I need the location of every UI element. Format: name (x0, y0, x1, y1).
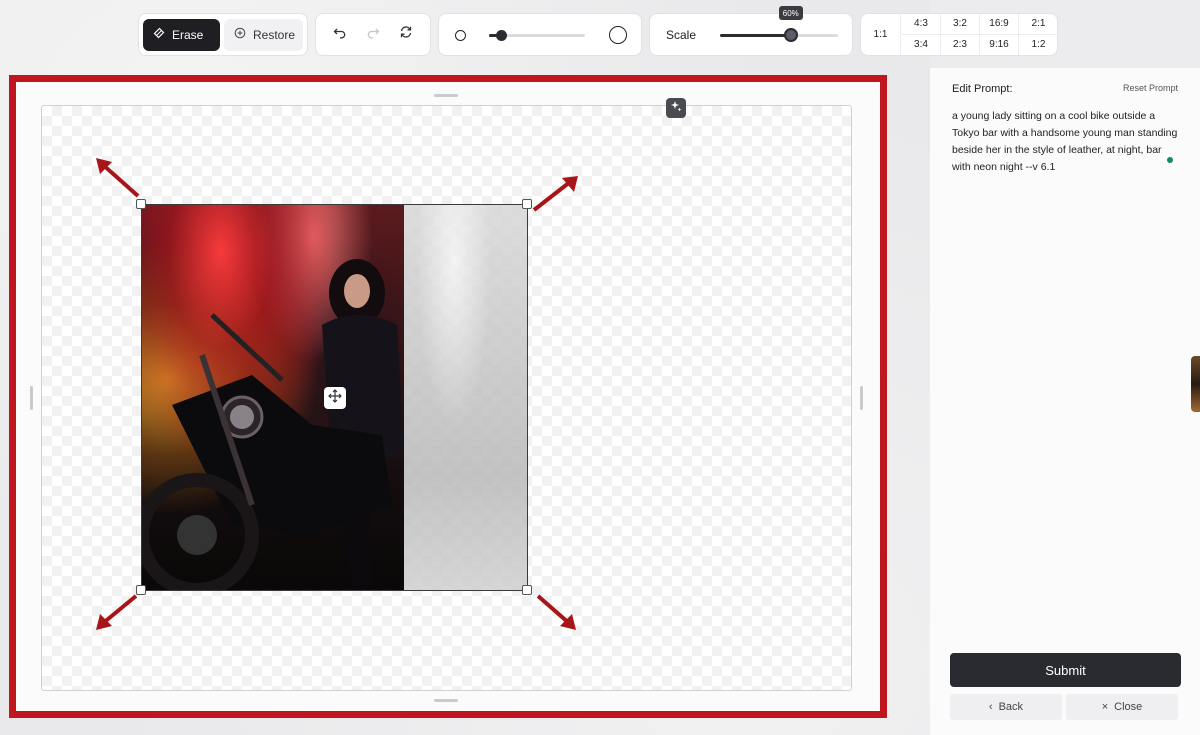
ratio-button[interactable]: 3:4 (902, 34, 941, 55)
ratio-button[interactable]: 1:2 (1019, 35, 1058, 56)
erase-button[interactable]: Erase (143, 18, 220, 51)
ratio-button[interactable]: 3:2 (941, 14, 980, 35)
restore-button[interactable]: Restore (224, 18, 303, 51)
ratio-1-1-button[interactable]: 1:1 (861, 14, 901, 55)
panel-title: Edit Prompt: (952, 83, 1013, 95)
status-dot (1167, 157, 1173, 163)
ratio-grid: 4:3 3:2 16:9 2:1 3:4 2:3 9:16 1:2 (902, 14, 1058, 55)
aspect-ratio-group: 1:1 4:3 3:2 16:9 2:1 3:4 2:3 9:16 1:2 (860, 13, 1058, 56)
source-image[interactable] (141, 204, 528, 591)
canvas-frame (9, 75, 887, 718)
outpaint-canvas[interactable] (30, 94, 863, 702)
brush-size-thumb[interactable] (495, 30, 507, 41)
erase-label: Erase (172, 27, 204, 42)
bottom-edge-handle[interactable] (434, 699, 458, 702)
ratio-button[interactable]: 16:9 (980, 14, 1019, 35)
resize-arrow-bottom-right-icon (536, 594, 576, 630)
chevron-left-icon: ‹ (988, 701, 993, 713)
undo-button[interactable] (326, 21, 354, 49)
scale-label: Scale (666, 28, 697, 42)
close-icon: × (1101, 701, 1109, 713)
resize-arrow-bottom-left-icon (96, 594, 138, 630)
eraser-icon (153, 27, 165, 42)
resize-arrow-top-right-icon (532, 176, 578, 212)
scale-thumb[interactable] (783, 28, 798, 42)
scale-slider[interactable]: 60% (720, 6, 838, 42)
resize-handle-top-left[interactable] (136, 199, 146, 209)
magic-button[interactable] (666, 98, 686, 118)
submit-button[interactable]: Submit (950, 653, 1181, 687)
move-icon (328, 388, 342, 408)
undo-icon (333, 25, 347, 44)
right-edge-handle[interactable] (860, 386, 863, 410)
reset-button[interactable] (392, 21, 420, 49)
mode-group: Erase Restore (138, 13, 308, 56)
ratio-button[interactable]: 9:16 (980, 34, 1019, 55)
thumbnail-peek[interactable] (1191, 356, 1200, 412)
back-button[interactable]: ‹ Back (950, 694, 1062, 720)
scale-fill (720, 34, 791, 37)
close-label: Close (1114, 701, 1143, 713)
back-label: Back (998, 701, 1024, 713)
top-edge-handle[interactable] (434, 94, 458, 97)
brush-large-icon (609, 26, 627, 44)
brush-size-slider[interactable] (489, 30, 585, 41)
move-button[interactable] (324, 387, 346, 409)
sparkle-icon (670, 99, 682, 117)
brush-small-icon (455, 30, 466, 41)
reset-prompt-button[interactable]: Reset Prompt (1123, 83, 1178, 93)
resize-handle-bottom-left[interactable] (136, 585, 146, 595)
refresh-icon (399, 25, 413, 44)
brush-size-group (438, 13, 642, 56)
scale-group: Scale 60% (649, 6, 853, 56)
plus-circle-icon (234, 27, 246, 42)
resize-handle-bottom-right[interactable] (522, 585, 532, 595)
ratio-button[interactable]: 2:3 (941, 34, 980, 55)
resize-handle-top-right[interactable] (522, 199, 532, 209)
ratio-button[interactable]: 2:1 (1019, 14, 1058, 35)
toolbar: Erase Restore Scale 60% 1:1 4:3 3:2 16:9… (0, 0, 1200, 68)
prompt-input[interactable]: a young lady sitting on a cool bike outs… (952, 108, 1182, 176)
close-button[interactable]: × Close (1066, 694, 1178, 720)
scale-value-badge: 60% (778, 6, 803, 20)
history-group (315, 13, 431, 56)
restore-label: Restore (253, 27, 296, 42)
ratio-button[interactable]: 4:3 (902, 14, 941, 35)
redo-icon (366, 25, 380, 44)
left-edge-handle[interactable] (30, 386, 33, 410)
redo-button[interactable] (359, 21, 387, 49)
prompt-panel: Edit Prompt: Reset Prompt a young lady s… (930, 68, 1200, 735)
